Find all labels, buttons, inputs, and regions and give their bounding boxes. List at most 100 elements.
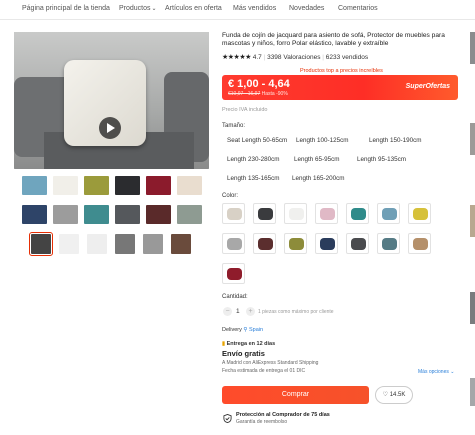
color-swatch[interactable] [222,203,245,224]
main-product-image[interactable] [14,32,209,169]
buy-button[interactable]: Comprar [222,386,369,404]
price-original: €10,97 - 16,97 Hasta -90% [228,91,288,97]
size-option[interactable]: Seat Length 50-65cm [227,137,287,144]
size-label: Tamaño: [222,123,246,129]
swatch-fill [258,208,273,220]
color-swatch[interactable] [315,233,338,254]
free-shipping-title: Envío gratis [222,349,265,358]
swatch-fill [320,208,335,220]
swatch-fill [289,208,304,220]
promo-banner-text: Productos top a precios increíbles [300,68,383,74]
color-thumb[interactable] [53,176,78,195]
color-swatch[interactable] [377,203,400,224]
swatch-fill [413,238,428,250]
swatch-fill [413,208,428,220]
gallery-thumb[interactable] [143,234,163,254]
swatch-fill [320,238,335,250]
color-swatch[interactable] [284,203,307,224]
heart-icon: ♡ [382,392,389,398]
side-recommendation-image[interactable] [470,378,475,406]
side-recommendation-image[interactable] [470,205,475,237]
color-thumb[interactable] [177,176,202,195]
color-thumb[interactable] [84,205,109,224]
gallery-thumb[interactable] [171,234,191,254]
color-swatch[interactable] [284,233,307,254]
old-price: €10,97 - 16,97 [228,91,261,97]
nav-on-sale[interactable]: Artículos en oferta [165,5,222,12]
swatch-fill [382,238,397,250]
color-swatch[interactable] [253,203,276,224]
nav-best-sellers[interactable]: Más vendidos [233,5,276,12]
store-nav: Página principal de la tienda Productos⌄… [0,0,475,20]
buyer-protection-sub: Garantía de reembolso [236,419,288,425]
color-swatch[interactable] [222,233,245,254]
discount-badge: Hasta -90% [261,91,288,97]
shield-check-icon [223,414,232,423]
delivery-location[interactable]: Spain [249,327,263,333]
size-option[interactable]: Length 135-165cm [227,175,280,182]
color-thumb[interactable] [22,176,47,195]
tax-note: Precio IVA incluido [222,107,268,113]
quantity-limit-note: 1 piezas como máximo por cliente [258,309,334,315]
wishlist-button[interactable]: ♡ 14.5K [375,386,413,404]
quantity-decrease-button[interactable]: − [223,307,232,316]
color-thumb[interactable] [84,176,109,195]
swatch-fill [258,238,273,250]
size-option[interactable]: Length 230-280cm [227,156,280,163]
delivery-date: Fecha estimada de entrega el 01 DIC [222,368,306,374]
color-thumb[interactable] [177,205,202,224]
swatch-fill [227,208,242,220]
gallery-thumb[interactable] [29,232,53,256]
quantity-increase-button[interactable]: + [246,307,255,316]
buyer-protection-title: Protección al Comprador de 75 días [236,412,330,418]
color-swatch[interactable] [253,233,276,254]
side-recommendation-image[interactable] [470,123,475,155]
gallery-thumb[interactable] [59,234,79,254]
color-label: Color: [222,193,239,199]
more-shipping-options[interactable]: Más opciones ⌄ [418,369,454,375]
color-swatch[interactable] [408,233,431,254]
color-thumb[interactable] [146,176,171,195]
size-option[interactable]: Length 150-190cm [369,137,422,144]
color-swatch[interactable] [315,203,338,224]
more-options-label: Más opciones [418,369,449,375]
swatch-fill [382,208,397,220]
swatch-fill [289,238,304,250]
color-thumb[interactable] [22,205,47,224]
size-option[interactable]: Length 100-125cm [296,137,349,144]
size-option[interactable]: Length 165-200cm [292,175,345,182]
sold-count: 6233 vendidos [325,54,369,61]
reviews-link[interactable]: 3398 Valoraciones [267,54,320,61]
superofertas-badge: SuperOfertas [405,83,450,90]
swatch-fill [351,238,366,250]
size-option[interactable]: Length 65-95cm [294,156,340,163]
color-thumb[interactable] [115,176,140,195]
swatch-fill [351,208,366,220]
color-thumb[interactable] [115,205,140,224]
color-thumb[interactable] [146,205,171,224]
nav-reviews[interactable]: Comentarios [338,5,378,12]
swatch-fill [227,238,242,250]
chevron-down-icon: ⌄ [450,369,455,375]
color-swatch[interactable] [408,203,431,224]
color-swatch[interactable] [377,233,400,254]
shipping-method: A Madrid con AliExpress Standard Shippin… [222,360,319,366]
size-option[interactable]: Length 95-135cm [357,156,406,163]
side-recommendation-image[interactable] [470,292,475,324]
nav-products[interactable]: Productos⌄ [119,5,157,12]
color-swatch[interactable] [346,203,369,224]
product-title: Funda de cojín de jacquard para asiento … [222,32,445,47]
color-thumb[interactable] [53,205,78,224]
side-recommendation-image[interactable] [470,32,475,64]
gallery-thumb[interactable] [115,234,135,254]
color-swatch[interactable] [222,263,245,284]
pin-icon: ⚲ [243,327,248,333]
gallery-thumb[interactable] [87,234,107,254]
color-swatch[interactable] [346,233,369,254]
nav-store-home[interactable]: Página principal de la tienda [22,5,110,12]
rating-row: ★★★★★ 4.7 | 3398 Valoraciones | 6233 ven… [222,54,369,61]
quantity-value[interactable]: 1 [236,308,240,315]
quantity-label: Cantidad: [222,294,248,300]
play-icon[interactable] [99,117,121,139]
nav-new[interactable]: Novedades [289,5,324,12]
